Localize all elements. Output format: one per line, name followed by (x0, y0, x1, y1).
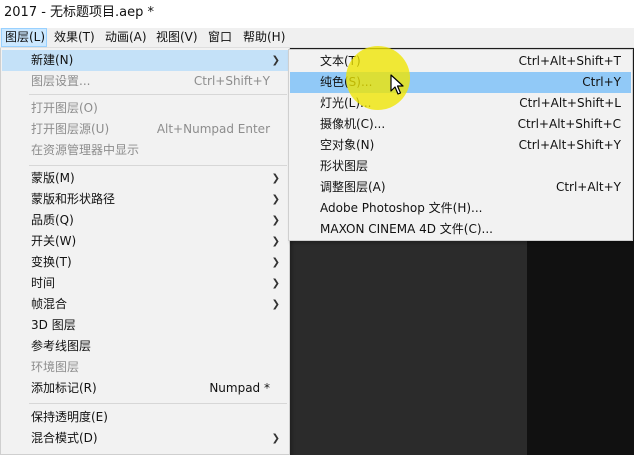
menu-window[interactable]: 窗口 (205, 28, 235, 47)
menu-item-mask-shape-path[interactable]: 蒙版和形状路径 ❯ (2, 189, 288, 210)
chevron-right-icon: ❯ (271, 278, 280, 289)
menu-item-3d-layer[interactable]: 3D 图层 (2, 315, 288, 336)
menu-bar: 图层(L) 效果(T) 动画(A) 视图(V) 窗口 帮助(H) (0, 28, 634, 48)
menu-item-reveal-in-explorer[interactable]: 在资源管理器中显示 (2, 140, 288, 161)
panel-background (290, 240, 527, 455)
menu-animation[interactable]: 动画(A) (102, 28, 150, 47)
menu-effect[interactable]: 效果(T) (51, 28, 98, 47)
menu-item-new[interactable]: 新建(N) ❯ (2, 50, 288, 71)
menu-item-transform[interactable]: 变换(T) ❯ (2, 252, 288, 273)
menu-help[interactable]: 帮助(H) (240, 28, 288, 47)
menu-item-layer-settings[interactable]: 图层设置... Ctrl+Shift+Y (2, 71, 288, 92)
new-submenu: 文本(T) Ctrl+Alt+Shift+T 纯色(S)... Ctrl+Y 灯… (288, 49, 633, 241)
menu-item-open-layer-source[interactable]: 打开图层源(U) Alt+Numpad Enter (2, 119, 288, 140)
layer-menu-dropdown: 新建(N) ❯ 图层设置... Ctrl+Shift+Y 打开图层(O) 打开图… (0, 48, 290, 455)
menu-item-frame-blending[interactable]: 帧混合 ❯ (2, 294, 288, 315)
chevron-right-icon: ❯ (271, 215, 280, 226)
menu-item-quality[interactable]: 品质(Q) ❯ (2, 210, 288, 231)
submenu-item-adjustment-layer[interactable]: 调整图层(A) Ctrl+Alt+Y (290, 177, 631, 198)
window-title: 2017 - 无标题项目.aep * (0, 0, 634, 28)
chevron-right-icon: ❯ (271, 299, 280, 310)
submenu-item-light[interactable]: 灯光(L)... Ctrl+Alt+Shift+L (290, 93, 631, 114)
menu-item-switches[interactable]: 开关(W) ❯ (2, 231, 288, 252)
menu-item-mask[interactable]: 蒙版(M) ❯ (2, 168, 288, 189)
menu-item-preserve-transparency[interactable]: 保持透明度(E) (2, 407, 288, 428)
menu-divider (29, 403, 287, 404)
chevron-right-icon: ❯ (271, 433, 280, 444)
menu-divider (29, 165, 287, 166)
submenu-item-text[interactable]: 文本(T) Ctrl+Alt+Shift+T (290, 51, 631, 72)
menu-view[interactable]: 视图(V) (153, 28, 201, 47)
submenu-item-null-object[interactable]: 空对象(N) Ctrl+Alt+Shift+Y (290, 135, 631, 156)
menu-item-guide-layer[interactable]: 参考线图层 (2, 336, 288, 357)
menu-divider (29, 94, 287, 95)
chevron-right-icon: ❯ (271, 257, 280, 268)
chevron-right-icon: ❯ (271, 236, 280, 247)
submenu-item-camera[interactable]: 摄像机(C)... Ctrl+Alt+Shift+C (290, 114, 631, 135)
submenu-item-solid[interactable]: 纯色(S)... Ctrl+Y (290, 72, 631, 93)
chevron-right-icon: ❯ (271, 55, 280, 66)
mouse-pointer-icon (390, 74, 404, 95)
submenu-item-photoshop-file[interactable]: Adobe Photoshop 文件(H)... (290, 198, 631, 219)
menu-item-blending-mode[interactable]: 混合模式(D) ❯ (2, 428, 288, 449)
menu-item-open-layer[interactable]: 打开图层(O) (2, 98, 288, 119)
submenu-item-shape-layer[interactable]: 形状图层 (290, 156, 631, 177)
chevron-right-icon: ❯ (271, 194, 280, 205)
menu-item-add-marker[interactable]: 添加标记(R) Numpad * (2, 378, 288, 399)
menu-item-time[interactable]: 时间 ❯ (2, 273, 288, 294)
composition-background (527, 240, 634, 455)
menu-layer[interactable]: 图层(L) (1, 28, 47, 47)
submenu-item-cinema4d-file[interactable]: MAXON CINEMA 4D 文件(C)... (290, 219, 631, 240)
chevron-right-icon: ❯ (271, 173, 280, 184)
menu-item-environment-layer[interactable]: 环境图层 (2, 357, 288, 378)
